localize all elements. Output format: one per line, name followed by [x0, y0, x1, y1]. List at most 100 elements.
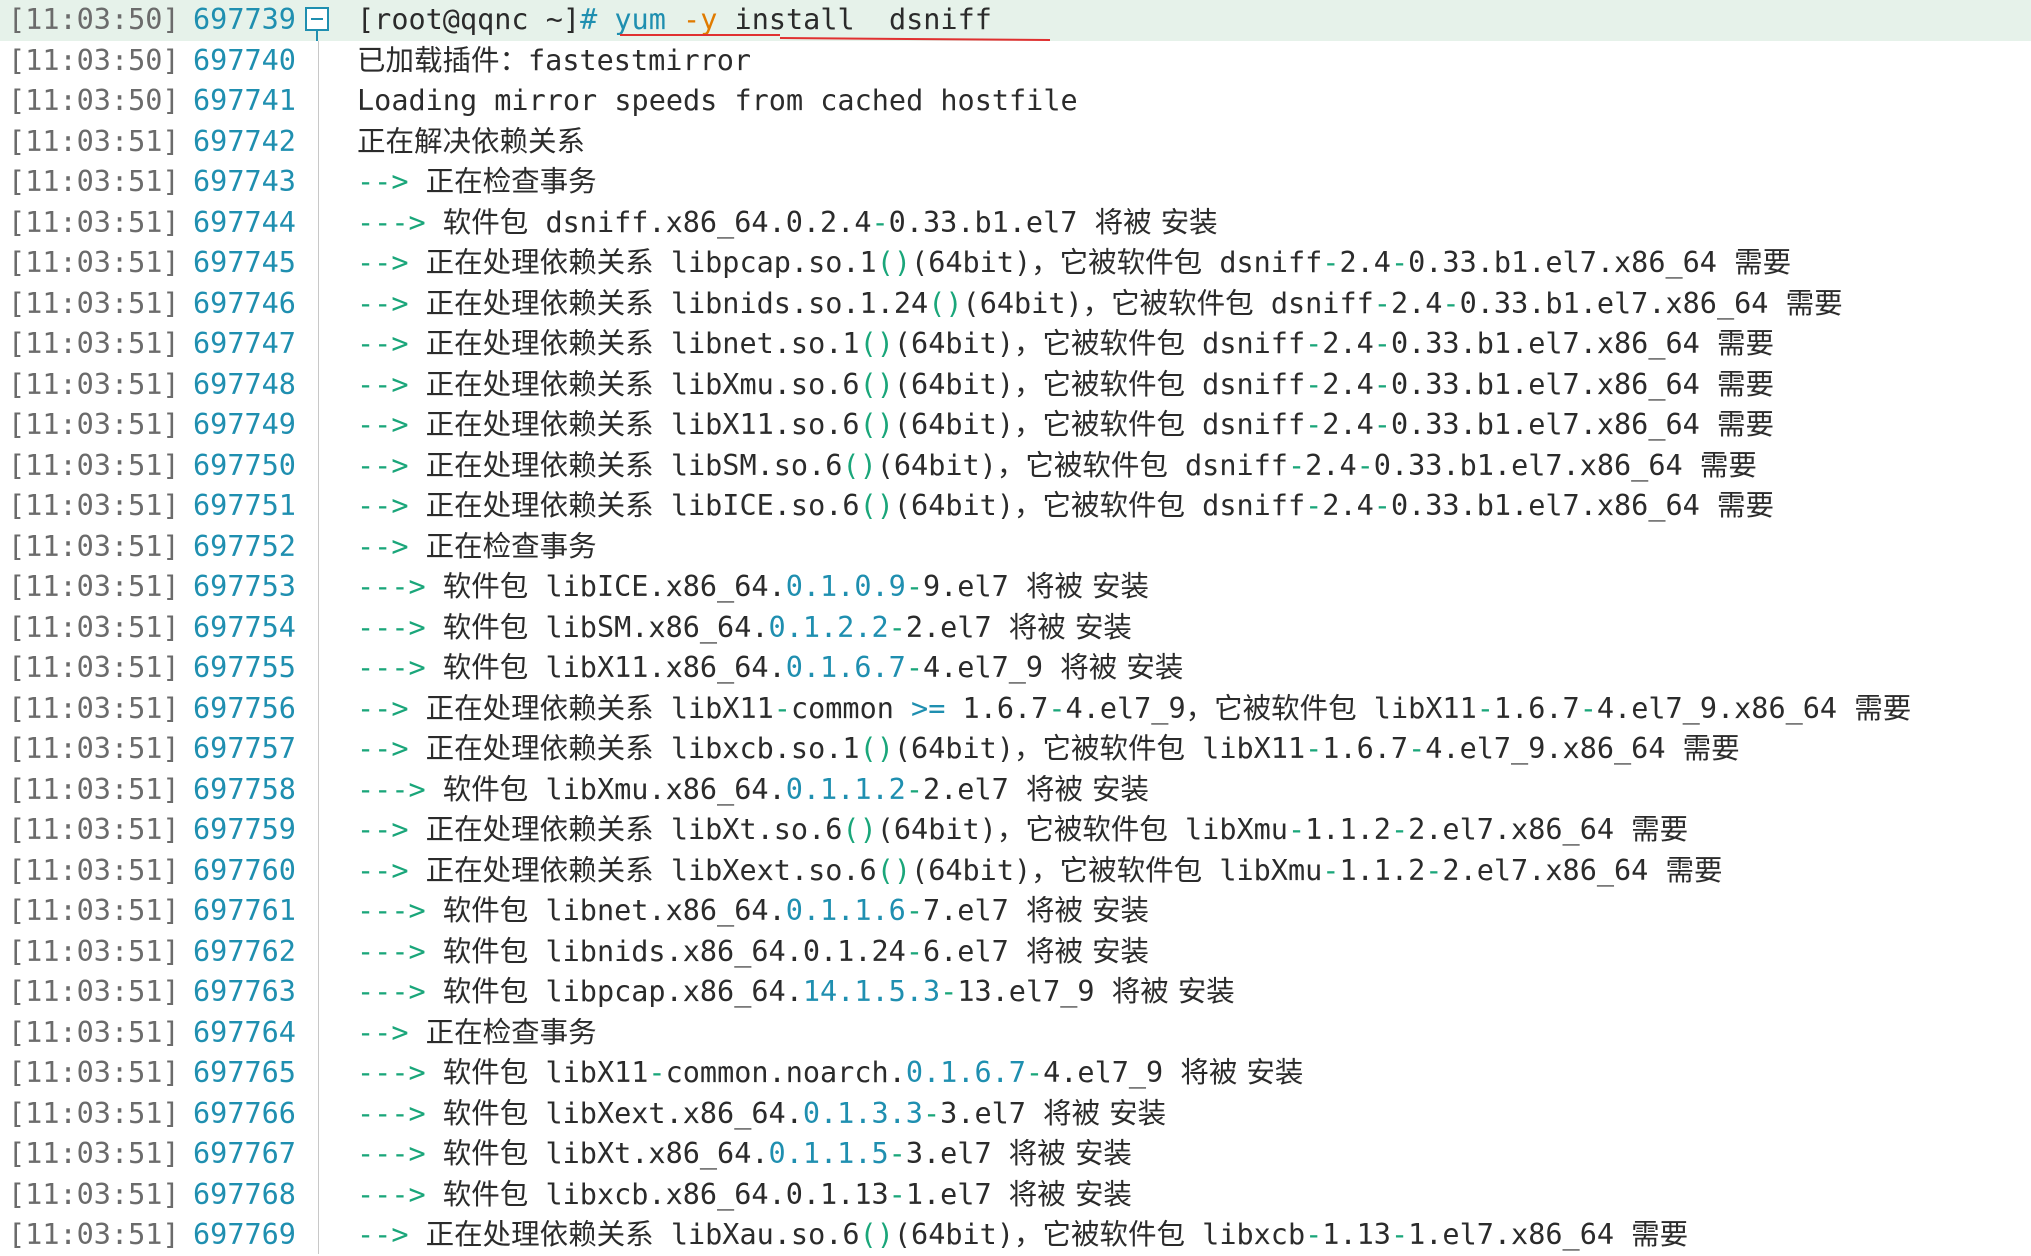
- timestamp: [11:03:51]: [8, 691, 180, 725]
- text-segment: ，它被软件包: [1014, 1218, 1186, 1251]
- line-number: 697758: [193, 772, 296, 806]
- text-segment: -->: [357, 286, 426, 320]
- log-text: --> 正在处理依赖关系 libXt.so.6()(64bit)，它被软件包 l…: [357, 810, 1688, 851]
- text-segment: --->: [357, 894, 443, 927]
- text-segment: 将被 安装: [1180, 1056, 1304, 1089]
- timestamp: [11:03:51]: [8, 772, 180, 806]
- text-segment: 需要: [1631, 1218, 1689, 1251]
- text-segment: 软件包: [442, 1137, 529, 1170]
- text-segment: --->: [357, 975, 443, 1008]
- text-segment: 将被 安装: [1025, 570, 1149, 603]
- log-line: [11:03:51] 697762 ---> 软件包 libnids.x86_64.…: [0, 932, 2031, 973]
- log-line: [11:03:51] 697764 --> 正在检查事务: [0, 1013, 2031, 1054]
- text-segment: -: [1305, 732, 1323, 765]
- text-segment: (64bit): [911, 853, 1032, 887]
- terminal-log-view[interactable]: [11:03:50] 697739 [root@qqnc ~]# yum -y in…: [0, 0, 2031, 1254]
- fold-collapse-icon[interactable]: [305, 7, 329, 31]
- text-segment: 需要: [1665, 853, 1723, 887]
- line-number: 697766: [193, 1096, 296, 1130]
- text-segment: -: [1322, 246, 1340, 279]
- text-segment: [root@qqnc ~]: [357, 3, 581, 36]
- text-segment: ，它被软件包: [1185, 691, 1357, 725]
- text-segment: ，它被软件包: [996, 813, 1168, 846]
- timestamp: [11:03:51]: [8, 813, 180, 846]
- text-segment: libXmu.x86_64.: [528, 772, 786, 806]
- text-segment: 软件包: [442, 894, 529, 927]
- text-segment: >=: [911, 691, 946, 725]
- text-segment: (): [859, 327, 894, 360]
- text-segment: --->: [357, 610, 443, 644]
- log-line: [11:03:51] 697760 --> 正在处理依赖关系 libXext.so.…: [0, 851, 2031, 892]
- text-segment: (64bit): [893, 367, 1014, 401]
- timestamp: [11:03:51]: [8, 1177, 180, 1211]
- text-segment: 正在处理依赖关系: [425, 246, 654, 279]
- text-segment: -: [871, 205, 889, 239]
- text-segment: libXt.x86_64.: [528, 1137, 769, 1170]
- text-segment: 1.el7: [905, 1177, 1009, 1211]
- log-text: ---> 软件包 libXmu.x86_64.0.1.1.2-2.el7 将被 …: [357, 770, 1149, 811]
- text-segment: -: [888, 1177, 906, 1211]
- timestamp: [11:03:51]: [8, 1218, 180, 1251]
- text-segment: (): [859, 1218, 894, 1251]
- text-segment: 将被 安装: [1111, 975, 1235, 1008]
- log-line: [11:03:51] 697749 --> 正在处理依赖关系 libX11.so.6…: [0, 405, 2031, 446]
- text-segment: 1.1.2: [1305, 813, 1391, 846]
- log-line: [11:03:51] 697750 --> 正在处理依赖关系 libSM.so.6(…: [0, 446, 2031, 487]
- text-segment: 2.4: [1305, 448, 1357, 482]
- line-number: 697768: [193, 1177, 296, 1211]
- text-segment: -->: [357, 327, 426, 360]
- text-segment: 2.4: [1322, 327, 1374, 360]
- text-segment: -->: [357, 529, 426, 563]
- log-text: --> 正在处理依赖关系 libX11.so.6()(64bit)，它被软件包 …: [357, 405, 1774, 446]
- text-segment: libxcb.x86_64.0.1.13: [528, 1177, 889, 1211]
- line-number: 697751: [193, 489, 296, 522]
- text-segment: -: [1356, 448, 1374, 482]
- text-segment: (64bit): [893, 1218, 1014, 1251]
- text-segment: -: [1476, 691, 1494, 725]
- log-text: ---> 软件包 libXext.x86_64.0.1.3.3-3.el7 将被…: [357, 1094, 1166, 1135]
- text-segment: 0.1.0.9: [785, 570, 906, 603]
- timestamp: [11:03:51]: [8, 286, 180, 320]
- text-segment: 已加载插件：: [357, 43, 529, 77]
- text-segment: -->: [357, 853, 426, 887]
- text-segment: -: [1390, 813, 1409, 846]
- line-number: 697747: [193, 327, 296, 360]
- text-segment: 将被 安装: [1008, 1137, 1132, 1170]
- line-number: 697754: [193, 610, 296, 644]
- text-segment: -: [1048, 691, 1066, 725]
- text-segment: --->: [357, 1177, 443, 1211]
- text-segment: 0.33.b1.el7.x86_64: [1390, 367, 1717, 401]
- log-line: [11:03:51] 697743 --> 正在检查事务: [0, 162, 2031, 203]
- timestamp: [11:03:51]: [8, 205, 180, 239]
- log-text: ---> 软件包 libXt.x86_64.0.1.1.5-3.el7 将被 安…: [357, 1134, 1132, 1175]
- text-segment: 将被 安装: [1060, 651, 1184, 684]
- text-segment: fastestmirror: [528, 43, 752, 77]
- text-segment: 正在检查事务: [425, 165, 597, 198]
- text-segment: 将被 安装: [1043, 1096, 1167, 1130]
- line-number: 697739: [193, 3, 296, 36]
- text-segment: -->: [357, 165, 426, 198]
- log-line: [11:03:51] 697753 ---> 软件包 libICE.x86_64.0…: [0, 567, 2031, 608]
- text-segment: --->: [357, 1096, 443, 1130]
- timestamp: [11:03:50]: [8, 3, 180, 36]
- text-segment: 14.1.5.3: [802, 975, 941, 1008]
- text-segment: 4.el7_9.x86_64: [1596, 691, 1855, 725]
- timestamp: [11:03:51]: [8, 489, 180, 522]
- text-segment: -: [888, 1137, 906, 1170]
- text-segment: (): [859, 408, 894, 441]
- text-segment: 正在处理依赖关系: [425, 489, 654, 522]
- text-segment: 1.el7.x86_64: [1408, 1218, 1632, 1251]
- log-text: ---> 软件包 libnids.x86_64.0.1.24-6.el7 将被 …: [357, 932, 1149, 973]
- line-number: 697760: [193, 853, 296, 887]
- text-segment: -->: [357, 489, 426, 522]
- timestamp: [11:03:51]: [8, 529, 180, 563]
- line-number: 697749: [193, 408, 296, 441]
- text-segment: --->: [357, 1137, 443, 1170]
- text-segment: dsniff: [1185, 367, 1306, 401]
- text-segment: libX11: [528, 1056, 649, 1089]
- text-segment: dsniff: [1185, 327, 1306, 360]
- text-segment: ，它被软件包: [1082, 286, 1254, 320]
- text-segment: 正在处理依赖关系: [425, 1218, 654, 1251]
- text-segment: 正在处理依赖关系: [425, 853, 654, 887]
- text-segment: libpcap.x86_64.: [528, 975, 803, 1008]
